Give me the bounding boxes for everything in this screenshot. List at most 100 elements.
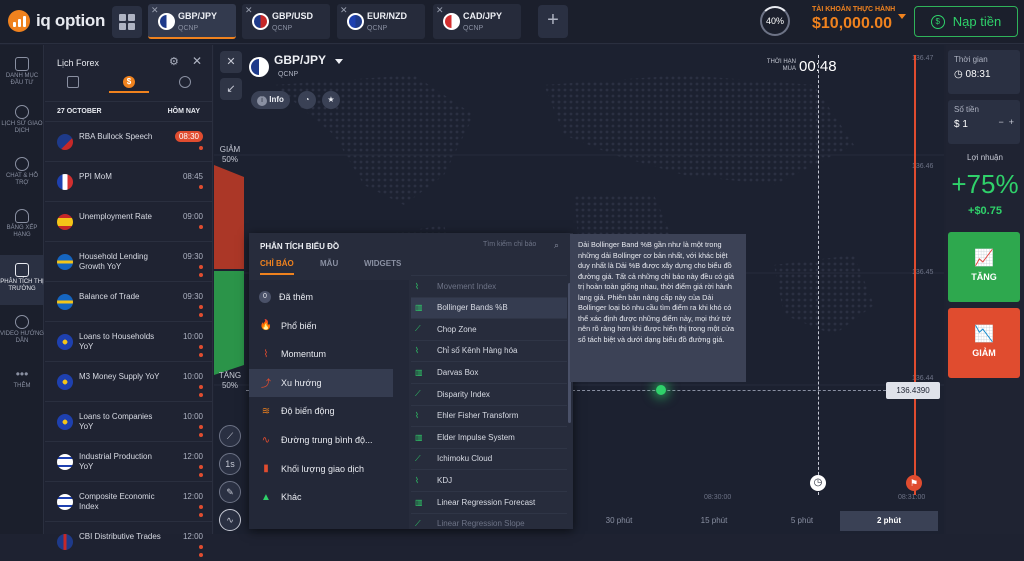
category-list: 0 Đã thêm 🔥 Phổ biến ⌇ Momentum ⤴ Xu hướng ≋ Độ b…	[249, 280, 409, 529]
importance-dot	[199, 505, 203, 509]
put-button[interactable]: 📉 GIẢM	[948, 308, 1020, 378]
tab-news[interactable]	[53, 73, 93, 93]
nav-history[interactable]: LỊCH SỬ GIAO DỊCH	[0, 101, 44, 145]
logo[interactable]: iq option	[8, 10, 105, 32]
category-trend[interactable]: ⤴ Xu hướng	[249, 368, 393, 397]
gear-icon[interactable]: ⚙	[169, 55, 179, 68]
indicator-label: Bollinger Bands %B	[437, 303, 508, 313]
deposit-button[interactable]: $ Nạp tiền	[914, 6, 1018, 37]
stepper-icon[interactable]: − +	[998, 117, 1014, 127]
indicator-item[interactable]: ⟋ Linear Regression Slope	[411, 512, 567, 529]
forex-event-row[interactable]: Loans to Households YoY 10:00	[45, 321, 213, 361]
event-name: Household Lending Growth YoY	[79, 252, 148, 271]
expiry-time-field[interactable]: Thời gian ◷ 08:31	[948, 50, 1020, 94]
indicator-label: Ichimoku Cloud	[437, 454, 493, 464]
star-icon[interactable]: ★	[322, 91, 340, 109]
indicator-label: Linear Regression Forecast	[437, 497, 536, 507]
nav-video[interactable]: VIDEO HƯỚNG DẪN	[0, 311, 44, 355]
info-icon: i	[257, 96, 267, 106]
gbp-jpy-flag-icon	[249, 57, 269, 77]
indicator-label: Ehler Fisher Transform	[437, 411, 519, 421]
forex-event-row[interactable]: RBA Bullock Speech 08:30	[45, 121, 213, 161]
tab-pair-label: EUR/NZD	[367, 11, 407, 21]
nav-portfolio[interactable]: DANH MỤC ĐẦU TƯ	[0, 53, 44, 97]
category-other[interactable]: ▲ Khác	[249, 483, 393, 511]
indicator-item[interactable]: ▥ Darvas Box	[411, 361, 567, 382]
category-popular[interactable]: 🔥 Phổ biến	[249, 312, 393, 340]
forex-event-row[interactable]: Household Lending Growth YoY 09:30	[45, 241, 213, 281]
close-icon[interactable]: ✕	[192, 54, 202, 68]
indicator-item[interactable]: ⟋ Chop Zone	[411, 318, 567, 339]
indicator-label: Chỉ số Kênh Hàng hóa	[437, 346, 518, 356]
indicator-item[interactable]: ⌇ Movement Index	[411, 275, 567, 296]
chart-type-button[interactable]: ⟋	[219, 425, 241, 447]
indicator-item[interactable]: ⌇ Chỉ số Kênh Hàng hóa	[411, 339, 567, 361]
category-volume[interactable]: ▮ Khối lượng giao dịch	[249, 455, 393, 483]
timeframe-5m[interactable]: 5 phút	[764, 511, 840, 531]
forex-event-row[interactable]: Composite Economic Index 12:00	[45, 481, 213, 521]
profit-percent: +75%	[951, 169, 1019, 199]
tab-indicators[interactable]: CHỈ BÁO	[260, 259, 294, 275]
close-icon[interactable]: ✕	[340, 5, 348, 16]
indicator-item[interactable]: ▥ Linear Regression Forecast	[411, 491, 567, 512]
nav-market-analysis[interactable]: PHÂN TÍCH THỊ TRƯỜNG	[0, 255, 44, 305]
chevron-down-icon[interactable]	[898, 14, 906, 19]
nav-chat[interactable]: CHAT & HỖ TRỢ	[0, 153, 44, 197]
indicator-search-input[interactable]: Tìm kiếm chỉ báo	[483, 241, 536, 248]
forex-event-row[interactable]: Balance of Trade 09:30	[45, 281, 213, 321]
amount-field[interactable]: Số tiền $ 1 − +	[948, 100, 1020, 144]
today-label[interactable]: HÔM NAY	[168, 108, 200, 115]
timeframe-15m[interactable]: 15 phút	[664, 511, 764, 531]
asset-title[interactable]: GBP/JPY	[274, 53, 326, 67]
collapse-icon[interactable]: ↙	[220, 78, 242, 100]
account-balance[interactable]: $10,000.00	[812, 15, 892, 33]
tab-patterns[interactable]: MẪU	[320, 259, 338, 273]
call-button[interactable]: 📈 TĂNG	[948, 232, 1020, 302]
category-momentum[interactable]: ⌇ Momentum	[249, 340, 393, 368]
tab-gbp-usd[interactable]: ✕ GBP/USD QCNP	[242, 4, 330, 39]
close-icon[interactable]: ✕	[151, 5, 159, 16]
indicators-button[interactable]: ∿	[219, 509, 241, 531]
indicator-item[interactable]: ⌇ Ehler Fisher Transform	[411, 404, 567, 426]
forex-event-row[interactable]: Unemployment Rate 09:00	[45, 201, 213, 241]
forex-event-row[interactable]: CBI Distributive Trades 12:00	[45, 521, 213, 561]
category-volatility[interactable]: ≋ Độ biến động	[249, 397, 393, 425]
category-moving-average[interactable]: ∿ Đường trung bình độ...	[249, 426, 393, 454]
tab-calendar[interactable]: $	[109, 73, 149, 93]
tab-cad-jpy[interactable]: ✕ CAD/JPY QCNP	[433, 4, 521, 39]
trend-down-icon: 📉	[974, 326, 994, 343]
tab-eur-nzd[interactable]: ✕ EUR/NZD QCNP	[337, 4, 425, 39]
nav-label: PHÂN TÍCH THỊ TRƯỜNG	[0, 279, 44, 292]
progress-ring[interactable]: 40%	[760, 6, 790, 36]
forex-event-row[interactable]: Loans to Companies YoY 10:00	[45, 401, 213, 441]
candle-size-button[interactable]: 1s	[219, 453, 241, 475]
tab-bank[interactable]	[165, 73, 205, 93]
indicator-item[interactable]: ⟋ Ichimoku Cloud	[411, 447, 567, 469]
close-icon[interactable]: ✕	[245, 5, 253, 16]
forex-event-row[interactable]: Industrial Production YoY 12:00	[45, 441, 213, 481]
draw-tool-button[interactable]: ✎	[219, 481, 241, 503]
tab-sub-label: QCNP	[272, 25, 293, 32]
tab-gbp-jpy[interactable]: ✕ GBP/JPY QCNP	[148, 4, 236, 39]
chevron-down-icon[interactable]	[335, 59, 343, 64]
forex-event-row[interactable]: PPI MoM 08:45	[45, 161, 213, 201]
asset-grid-button[interactable]	[112, 6, 142, 38]
search-icon[interactable]: ⌕	[554, 240, 559, 251]
indicator-item[interactable]: ⟋ Disparity Index	[411, 383, 567, 404]
timeframe-30m[interactable]: 30 phút	[574, 511, 664, 531]
indicator-item[interactable]: ▥ Elder Impulse System	[411, 426, 567, 447]
add-tab-button[interactable]: +	[538, 5, 568, 38]
forex-event-row[interactable]: M3 Money Supply YoY 10:00	[45, 361, 213, 401]
indicator-item[interactable]: ▥ Bollinger Bands %B	[411, 296, 567, 318]
timeframe-2m[interactable]: 2 phút	[840, 511, 938, 531]
info-button[interactable]: i Info	[251, 91, 290, 109]
close-icon[interactable]: ✕	[436, 5, 444, 16]
indicator-item[interactable]: ⌇ KDJ	[411, 469, 567, 490]
close-chart-button[interactable]: ✕	[220, 51, 242, 73]
category-added[interactable]: 0 Đã thêm	[249, 283, 393, 311]
tab-widgets[interactable]: WIDGETS	[364, 259, 401, 273]
current-price-tag: 136.4390	[886, 382, 940, 399]
nav-more[interactable]: ••• THÊM	[0, 365, 44, 399]
bell-icon[interactable]: ◔	[298, 91, 316, 109]
nav-leaderboard[interactable]: BẢNG XẾP HẠNG	[0, 205, 44, 249]
